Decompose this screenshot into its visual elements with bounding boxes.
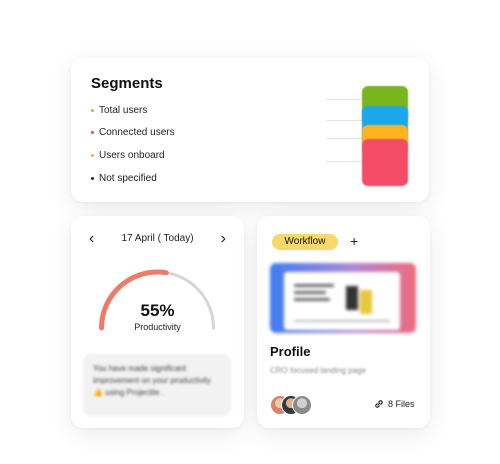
link-icon — [375, 400, 383, 408]
segments-title: Segments — [91, 75, 163, 92]
date-label: 17 April ( Today) — [121, 233, 194, 244]
connector-line — [326, 138, 364, 139]
thumbnail-page — [284, 272, 400, 330]
legend-item-users-onboard: Users onboard — [91, 150, 165, 161]
thumbnail-line — [294, 298, 330, 301]
landing-page-thumbnail[interactable] — [270, 263, 416, 333]
legend-item-connected-users: Connected users — [91, 127, 175, 138]
connector-line — [326, 120, 364, 121]
legend-dot — [91, 131, 94, 134]
legend-item-not-specified: Not specified — [91, 173, 157, 184]
legend-label: Not specified — [99, 173, 157, 184]
segments-card: Segments Total users Connected users Use… — [71, 58, 429, 202]
legend-label: Total users — [99, 105, 148, 116]
legend-dot — [91, 154, 94, 157]
productivity-card: ‹ 17 April ( Today) › 55% Productivity Y… — [71, 216, 244, 428]
thumbnail-line — [294, 320, 390, 322]
chevron-right-icon[interactable]: › — [221, 230, 226, 248]
legend-item-total-users: Total users — [91, 105, 147, 116]
thumbnail-image — [346, 286, 358, 310]
legend-dot — [91, 177, 94, 180]
files-label: 8 Files — [388, 399, 415, 409]
profile-subtitle: CRO focused landing page — [270, 366, 367, 375]
profile-card: Workflow + Profile CRO focused landing p… — [257, 216, 430, 428]
workflow-tag[interactable]: Workflow — [272, 234, 338, 250]
files-count[interactable]: 8 Files — [374, 399, 415, 409]
productivity-message: You have made significant improvement on… — [83, 354, 231, 416]
productivity-percent: 55% — [140, 301, 175, 320]
connector-line — [326, 161, 364, 162]
profile-title: Profile — [270, 344, 311, 359]
thumbnail-image — [360, 290, 372, 314]
avatar-group[interactable] — [270, 395, 320, 415]
productivity-label: Productivity — [134, 322, 181, 332]
thumbnail-line — [294, 284, 334, 287]
plus-icon[interactable]: + — [350, 233, 358, 249]
legend-label: Users onboard — [99, 150, 165, 161]
legend-dot — [91, 109, 94, 112]
thumbnail-line — [294, 291, 326, 294]
connector-line — [326, 99, 364, 100]
segment-block-not-specified — [362, 139, 408, 186]
avatar — [292, 395, 312, 415]
legend-label: Connected users — [99, 127, 175, 138]
